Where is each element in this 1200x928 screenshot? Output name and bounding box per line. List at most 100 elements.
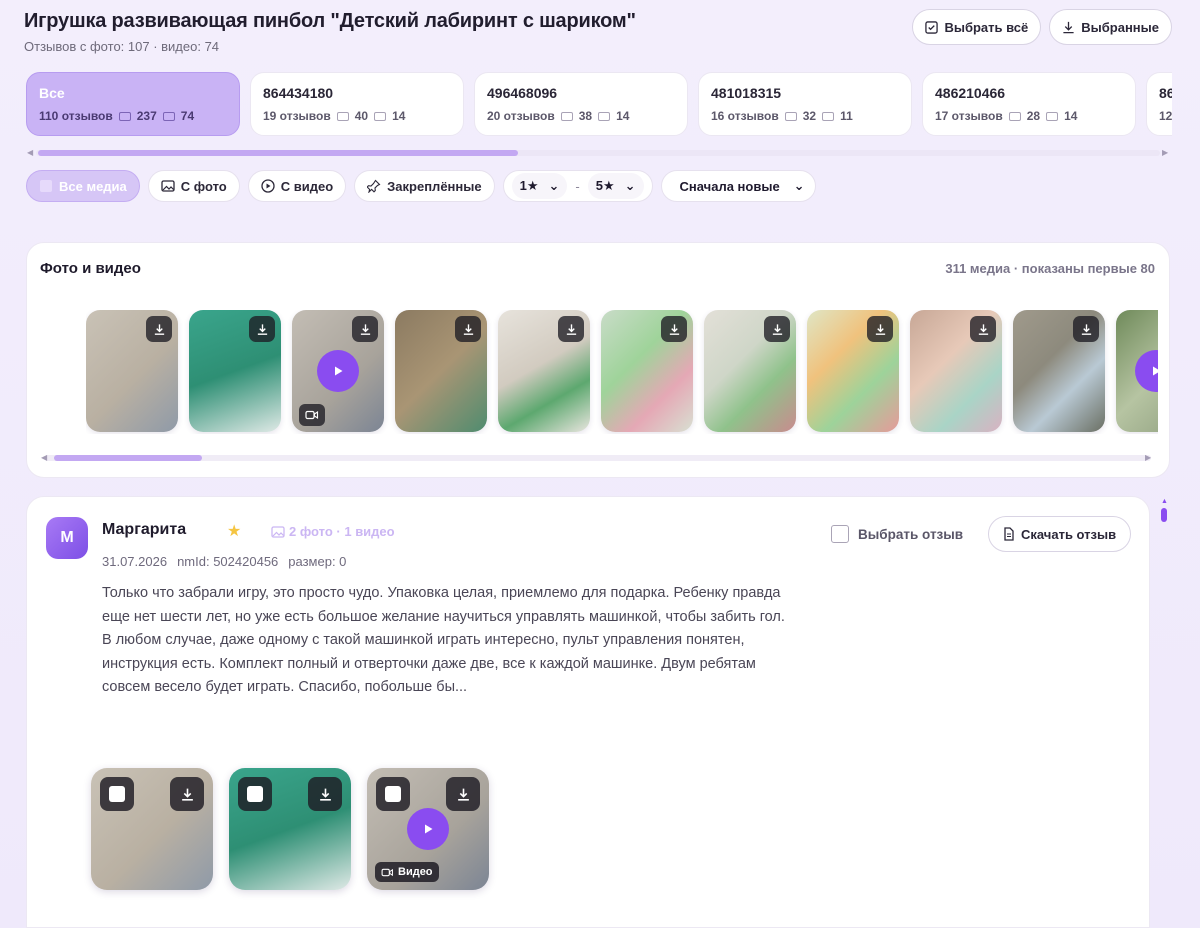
filter-bar: Все медиа С фото С видео Закреплённые 1★… (26, 170, 816, 202)
variant-photos: 40 (354, 109, 369, 123)
variant-card-all[interactable]: Все 110 отзывов 237 74 (26, 72, 240, 136)
variant-reviews: 110 отзывов (39, 109, 113, 123)
select-media-checkbox[interactable] (100, 777, 134, 811)
review-video[interactable]: Видео (367, 768, 489, 890)
media-gallery-panel: Фото и видео 311 медиа · показаны первые… (26, 242, 1170, 478)
review-nmid: nmId: 502420456 (177, 554, 279, 569)
video-icon (1046, 111, 1059, 121)
variant-reviews: 12 (1159, 109, 1172, 123)
selected-download-button[interactable]: Выбранные (1049, 9, 1172, 45)
variant-stats: 20 отзывов 38 14 (487, 109, 675, 123)
variant-list: Все 110 отзывов 237 74 864434180 19 отзы… (26, 72, 1172, 138)
media-thumbnail[interactable] (189, 310, 281, 432)
download-icon[interactable] (249, 316, 275, 342)
review-size: размер: 0 (288, 554, 347, 569)
photo-icon (560, 111, 573, 121)
download-icon[interactable] (308, 777, 342, 811)
select-media-checkbox[interactable] (376, 777, 410, 811)
variant-stats: 17 отзывов 28 14 (935, 109, 1123, 123)
rating-to-select[interactable]: 5★ ⌄ (587, 173, 644, 199)
download-icon[interactable] (352, 316, 378, 342)
media-thumbnail[interactable] (910, 310, 1002, 432)
scroll-left-icon[interactable]: ◀ (27, 148, 33, 157)
page-header: Игрушка развивающая пинбол "Детский лаби… (24, 10, 636, 54)
variant-card[interactable]: 864434180 19 отзывов 40 14 (250, 72, 464, 136)
filter-pinned[interactable]: Закреплённые (354, 170, 495, 202)
chevron-down-icon: ⌄ (624, 178, 636, 193)
select-review-checkbox[interactable]: Выбрать отзыв (831, 525, 963, 543)
video-camera-icon (299, 404, 325, 426)
variant-scroll-thumb[interactable] (38, 150, 518, 156)
rating-from-select[interactable]: 1★ ⌄ (511, 173, 568, 199)
media-scroll-track[interactable] (45, 455, 1151, 461)
download-review-button[interactable]: Скачать отзыв (988, 516, 1132, 552)
media-scroll-thumb[interactable] (54, 455, 202, 461)
variant-photos: 38 (578, 109, 593, 123)
rating-from-value: 1★ (519, 178, 539, 193)
rating-range: 1★ ⌄ - 5★ ⌄ (502, 170, 653, 202)
review-photo[interactable] (229, 768, 351, 890)
header-actions: Выбрать всё Выбранные (912, 9, 1172, 45)
scroll-right-icon[interactable]: ▶ (1162, 148, 1168, 157)
download-icon (1063, 21, 1074, 33)
scrollbar-thumb[interactable] (1161, 508, 1167, 522)
scroll-up-icon[interactable]: ▲ (1161, 498, 1168, 505)
variant-card[interactable]: 496468096 20 отзывов 38 14 (474, 72, 688, 136)
video-icon (822, 111, 835, 121)
filter-all-media-label: Все медиа (59, 178, 127, 194)
select-all-button[interactable]: Выбрать всё (912, 9, 1042, 45)
filter-with-photo-label: С фото (180, 178, 227, 194)
video-icon (162, 111, 175, 121)
media-thumbnail[interactable] (498, 310, 590, 432)
filter-all-media[interactable]: Все медиа (26, 170, 140, 202)
download-review-label: Скачать отзыв (1021, 526, 1117, 542)
play-icon[interactable] (1135, 350, 1158, 392)
download-icon[interactable] (446, 777, 480, 811)
sort-select[interactable]: Сначала новые ⌄ (660, 170, 816, 202)
review-date: 31.07.2026 (102, 554, 168, 569)
play-icon[interactable] (317, 350, 359, 392)
download-icon[interactable] (455, 316, 481, 342)
scroll-left-icon[interactable]: ◀ (41, 453, 47, 462)
download-icon[interactable] (1073, 316, 1099, 342)
media-panel-count: 311 медиа · показаны первые 80 (945, 261, 1155, 276)
select-media-checkbox[interactable] (238, 777, 272, 811)
download-icon[interactable] (867, 316, 893, 342)
variant-card[interactable]: 481018315 16 отзывов 32 11 (698, 72, 912, 136)
media-thumbnail-video[interactable] (292, 310, 384, 432)
variant-reviews: 20 отзывов (487, 109, 555, 123)
media-thumbnail[interactable] (601, 310, 693, 432)
media-thumbnail[interactable] (86, 310, 178, 432)
filter-pinned-label: Закреплённые (387, 178, 482, 194)
scroll-right-icon[interactable]: ▶ (1145, 453, 1151, 462)
filter-with-photo[interactable]: С фото (147, 170, 240, 202)
review-meta: 31.07.2026 nmId: 502420456 размер: 0 (102, 554, 346, 569)
variant-id: 486210466 (935, 85, 1006, 101)
variant-card[interactable]: 486210466 17 отзывов 28 14 (922, 72, 1136, 136)
play-icon[interactable] (407, 808, 449, 850)
checkbox-icon[interactable] (831, 525, 849, 543)
variant-photos: 32 (802, 109, 817, 123)
variant-stats: 12 (1159, 109, 1172, 123)
download-icon[interactable] (170, 777, 204, 811)
download-icon[interactable] (146, 316, 172, 342)
download-icon[interactable] (970, 316, 996, 342)
image-icon (161, 180, 175, 192)
variant-videos: 11 (840, 109, 853, 123)
variant-videos: 74 (180, 109, 195, 123)
media-thumbnail[interactable] (1013, 310, 1105, 432)
media-thumbnail[interactable] (807, 310, 899, 432)
media-thumbnail[interactable] (395, 310, 487, 432)
media-thumbnail[interactable] (704, 310, 796, 432)
download-icon[interactable] (764, 316, 790, 342)
download-icon[interactable] (661, 316, 687, 342)
filter-with-video[interactable]: С видео (247, 170, 347, 202)
video-tag: Видео (375, 862, 439, 882)
download-icon[interactable] (558, 316, 584, 342)
review-photo[interactable] (91, 768, 213, 890)
variant-videos: 14 (392, 109, 406, 123)
media-thumbnail-video[interactable] (1116, 310, 1158, 432)
variant-reviews: 17 отзывов (935, 109, 1003, 123)
page-scrollbar[interactable]: ▲ (1160, 498, 1168, 928)
variant-card[interactable]: 86 12 (1146, 72, 1172, 136)
